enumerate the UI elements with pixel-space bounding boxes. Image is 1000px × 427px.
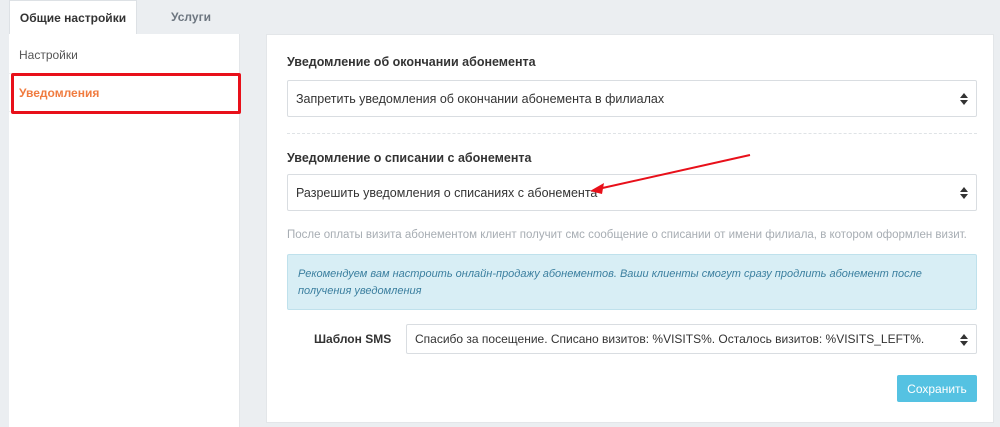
main-panel: Уведомление об окончании абонемента Запр… [266,34,994,423]
select-value: Запретить уведомления об окончании абоне… [296,91,665,106]
sort-arrows-icon [960,187,968,199]
sms-template-label: Шаблон SMS [314,332,392,346]
subscription-end-label: Уведомление об окончании абонемента [287,55,536,69]
select-value: Спасибо за посещение. Списано визитов: %… [415,332,925,346]
info-alert: Рекомендуем вам настроить онлайн-продажу… [287,254,977,310]
writeoff-hint: После оплаты визита абонементом клиент п… [287,229,967,241]
sidebar-item-notifications[interactable]: Уведомления [9,74,240,112]
sidebar: Настройки Уведомления [9,34,240,427]
subscription-writeoff-label: Уведомление о списании с абонемента [287,151,532,165]
sidebar-item-settings[interactable]: Настройки [9,36,240,74]
subscription-end-select[interactable]: Запретить уведомления об окончании абоне… [287,80,977,117]
sort-arrows-icon [960,93,968,105]
tab-services[interactable]: Услуги [150,0,232,34]
tab-bar: Общие настройки Услуги [0,0,1000,34]
select-value: Разрешить уведомления о списаниях с абон… [296,185,598,200]
tab-general-settings[interactable]: Общие настройки [9,0,137,34]
subscription-writeoff-select[interactable]: Разрешить уведомления о списаниях с абон… [287,174,977,211]
section-divider [287,133,977,134]
save-button[interactable]: Сохранить [897,375,977,402]
sort-arrows-icon [960,334,968,346]
sidebar-item-label: Уведомления [19,85,100,100]
sidebar-item-label: Настройки [19,47,78,62]
sms-template-select[interactable]: Спасибо за посещение. Списано визитов: %… [406,324,977,354]
